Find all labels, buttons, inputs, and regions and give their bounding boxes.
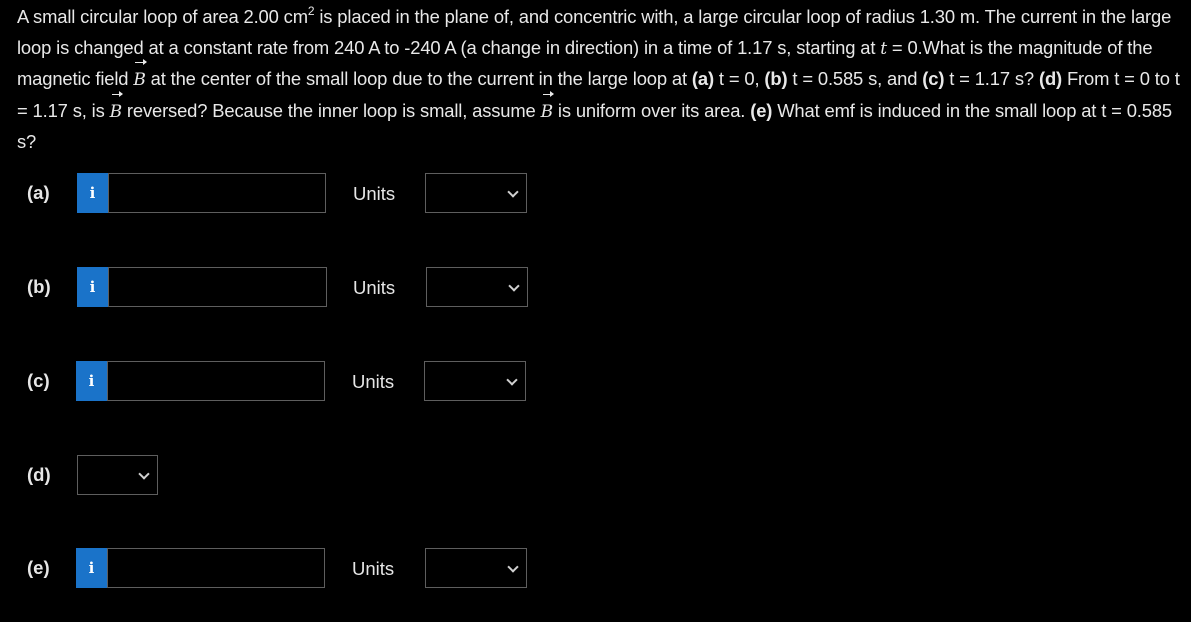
answer-row-c: (c) i Units	[0, 361, 600, 403]
answer-input-c[interactable]	[107, 361, 325, 401]
part-e-ref: (e)	[750, 99, 773, 121]
answer-row-e: (e) i Units	[0, 548, 600, 590]
chevron-down-icon	[506, 374, 518, 386]
part-d-ref: (d)	[1038, 68, 1063, 89]
info-icon[interactable]: i	[77, 267, 108, 307]
chevron-down-icon	[507, 186, 519, 198]
variable-t: t	[880, 38, 887, 59]
question-segment: t = 0.585 s, and	[787, 68, 923, 89]
part-label-e: (e)	[27, 557, 50, 578]
part-a-ref: (a)	[691, 68, 714, 89]
answer-input-e[interactable]	[107, 548, 325, 588]
chevron-down-icon	[138, 468, 150, 480]
units-label-e: Units	[352, 558, 395, 579]
units-label-a: Units	[353, 183, 396, 204]
answer-row-b: (b) i Units	[0, 267, 600, 309]
chevron-down-icon	[508, 280, 520, 292]
part-label-d: (d)	[27, 464, 51, 485]
chevron-down-icon	[507, 561, 519, 573]
question-text: A small circular loop of area 2.00 cm2 i…	[17, 2, 1182, 158]
vector-b: B	[133, 59, 148, 96]
part-label-c: (c)	[27, 370, 50, 391]
units-label-b: Units	[353, 277, 396, 298]
info-icon[interactable]: i	[77, 173, 108, 213]
question-segment: is uniform over its area.	[552, 99, 751, 121]
units-select-e[interactable]	[425, 548, 527, 588]
answer-row-d: (d)	[0, 455, 600, 497]
units-label-c: Units	[352, 371, 395, 392]
question-segment: at the center of the small loop due to t…	[145, 68, 692, 89]
answer-row-a: (a) i Units	[0, 173, 600, 215]
answer-select-d[interactable]	[77, 455, 158, 495]
question-segment: reversed? Because the inner loop is smal…	[121, 99, 541, 121]
answer-input-a[interactable]	[108, 173, 326, 213]
answer-input-b[interactable]	[108, 267, 327, 307]
vector-b: B	[110, 90, 124, 128]
part-label-b: (b)	[27, 276, 51, 297]
part-label-a: (a)	[27, 182, 50, 203]
superscript: 2	[307, 3, 315, 18]
vector-b: B	[541, 90, 555, 128]
info-icon[interactable]: i	[76, 361, 107, 401]
question-segment: A small circular loop of area 2.00 cm	[17, 6, 308, 27]
part-c-ref: (c)	[922, 68, 945, 89]
info-icon[interactable]: i	[76, 548, 107, 588]
question-segment: t = 0,	[713, 68, 765, 89]
units-select-b[interactable]	[426, 267, 528, 307]
part-b-ref: (b)	[764, 68, 788, 89]
units-select-a[interactable]	[425, 173, 527, 213]
question-segment: t = 1.17 s?	[944, 68, 1039, 89]
units-select-c[interactable]	[424, 361, 526, 401]
